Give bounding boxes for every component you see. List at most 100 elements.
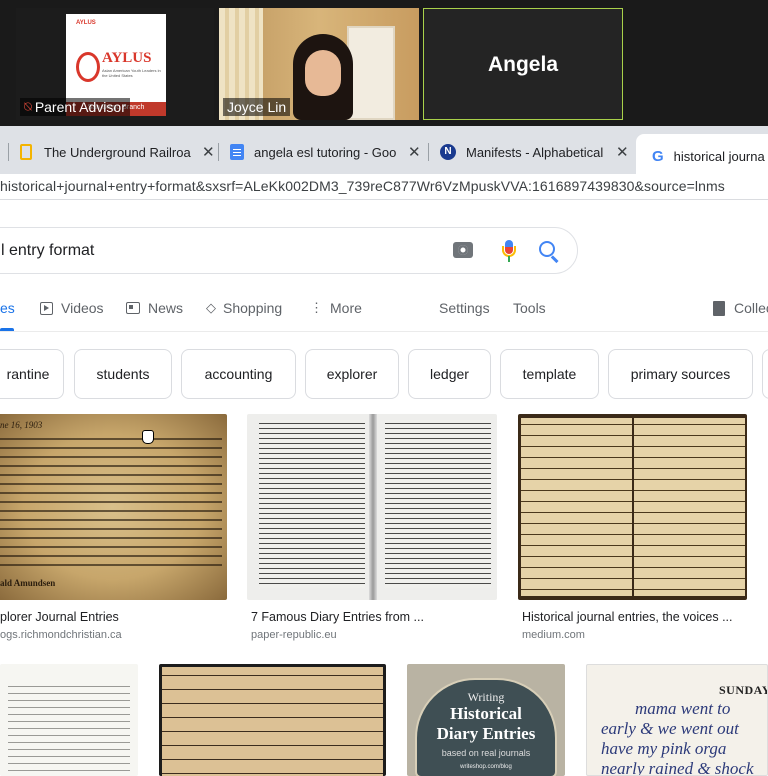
result-image-writing-diary-entries[interactable]: Writing Historical Diary Entries based o… [407, 664, 565, 776]
result-image-handwritten-letter[interactable] [159, 664, 386, 776]
diary-line: have my pink orga [601, 739, 727, 758]
video-participants-strip: AYLUS AYLUS Asian American Youth Leaders… [0, 0, 768, 126]
tab-separator [428, 143, 429, 161]
browser-tab-underground-railroad[interactable]: The Underground Railroa ✕ [20, 138, 216, 166]
chip-template[interactable]: template [500, 349, 599, 399]
tab-separator [218, 143, 219, 161]
chip-label: primary sources [630, 366, 731, 382]
chip-ledger[interactable]: ledger [408, 349, 491, 399]
browser-tab-active-google-search[interactable]: G historical journa [636, 134, 768, 174]
chip-next[interactable] [762, 349, 768, 399]
tab-images[interactable]: es [0, 300, 15, 316]
logo-mark-icon [76, 52, 100, 82]
n-icon: N [440, 144, 456, 160]
result-image-typed-journal[interactable] [0, 664, 138, 776]
collections-label: Collec [734, 300, 768, 316]
search-nav-tabs: es Videos News ◇ Shopping ⋮ More Setting… [0, 292, 768, 332]
chip-label: template [522, 366, 577, 382]
muted-mic-icon: ⍉ [24, 99, 32, 114]
participant-tile-parent-advisor[interactable]: AYLUS AYLUS Asian American Youth Leaders… [16, 8, 214, 120]
logo-text: AYLUS [102, 50, 152, 66]
browser-tab-strip: The Underground Railroa ✕ angela esl tut… [0, 126, 768, 174]
bookmark-icon [20, 144, 32, 160]
badge-title-line2: Diary Entries [436, 724, 536, 743]
search-input[interactable]: l entry format [1, 242, 94, 260]
participant-tile-angela[interactable]: Angela [423, 8, 623, 120]
result-image-explorer-journal[interactable]: ne 16, 1903 ald Amundsen [0, 414, 227, 600]
screen: AYLUS AYLUS Asian American Youth Leaders… [0, 0, 768, 776]
camera-icon[interactable] [453, 242, 473, 258]
book-page-right [385, 420, 491, 588]
result-title[interactable]: 7 Famous Diary Entries from ... [251, 610, 424, 624]
chip-accounting[interactable]: accounting [181, 349, 296, 399]
result-title[interactable]: Historical journal entries, the voices .… [522, 610, 733, 624]
tab-videos[interactable]: Videos [40, 300, 104, 316]
logo-small-text: AYLUS [76, 20, 96, 26]
tab-label: Manifests - Alphabetical [466, 144, 604, 160]
badge-title-line1: Historical [450, 704, 522, 723]
chip-label: accounting [204, 366, 273, 382]
search-box[interactable]: l entry format [0, 227, 578, 274]
chip-label: students [96, 366, 150, 382]
result-image-sunday-diary[interactable]: SUNDAY mama went to early & we went out … [586, 664, 768, 776]
result-image-historical-journal[interactable] [518, 414, 747, 600]
participant-name: Parent Advisor [34, 99, 126, 115]
collections-icon [713, 300, 725, 316]
result-source[interactable]: medium.com [522, 629, 585, 641]
result-image-diary-entries[interactable] [247, 414, 497, 600]
settings-label: Settings [439, 300, 490, 316]
tools-link[interactable]: Tools [513, 300, 546, 316]
google-icon: G [652, 147, 664, 165]
close-tab-icon[interactable]: ✕ [408, 143, 421, 161]
tab-label: angela esl tutoring - Goo [254, 144, 397, 160]
tab-separator [8, 143, 9, 161]
browser-tab-manifests[interactable]: N Manifests - Alphabetical ✕ [440, 138, 630, 166]
tab-videos-label: Videos [61, 300, 104, 316]
handwritten-page [162, 667, 383, 776]
settings-link[interactable]: Settings [439, 300, 490, 316]
active-tab-underline [0, 328, 14, 331]
tab-news-label: News [148, 300, 184, 316]
diary-header: SUNDAY [719, 683, 768, 697]
participant-name-label: Joyce Lin [223, 98, 291, 116]
chip-primary-sources[interactable]: primary sources [608, 349, 753, 399]
participant-name-label: ⍉ Parent Advisor [20, 98, 130, 116]
participant-tile-joyce-lin[interactable]: Joyce Lin [219, 8, 419, 120]
badge-url: writeshop.com/blog [460, 764, 512, 770]
chip-label: explorer [326, 366, 378, 382]
chip-students[interactable]: students [74, 349, 172, 399]
url-text[interactable]: historical+journal+entry+format&sxsrf=AL… [0, 178, 725, 194]
writing-badge: Writing Historical Diary Entries based o… [415, 678, 557, 776]
close-tab-icon[interactable]: ✕ [616, 143, 629, 161]
tools-label: Tools [513, 300, 546, 316]
result-source[interactable]: paper-republic.eu [251, 629, 337, 641]
chip-explorer[interactable]: explorer [305, 349, 399, 399]
book-page-left [259, 420, 365, 588]
diary-line: nearly rained & shock [601, 759, 754, 776]
more-vert-icon: ⋮ [310, 300, 323, 315]
chip-label: ledger [430, 366, 469, 382]
browser-tab-esl-tutoring[interactable]: angela esl tutoring - Goo ✕ [230, 138, 424, 166]
address-bar[interactable]: historical+journal+entry+format&sxsrf=AL… [0, 174, 768, 200]
mic-icon[interactable] [501, 240, 517, 262]
search-icon[interactable] [539, 241, 555, 257]
result-title[interactable]: plorer Journal Entries [0, 610, 119, 624]
tab-label: historical journa [673, 148, 765, 164]
image-text-signature: ald Amundsen [0, 578, 56, 588]
image-handwriting [0, 434, 222, 570]
tab-more[interactable]: ⋮ More [310, 300, 362, 316]
typed-lines [8, 682, 130, 776]
tab-news[interactable]: News [126, 300, 183, 316]
chip-label: rantine [6, 366, 50, 382]
result-source[interactable]: ogs.richmondchristian.ca [0, 629, 122, 641]
diary-line: mama went to [635, 699, 731, 718]
video-icon [40, 301, 53, 315]
book-gutter [369, 414, 377, 600]
tab-shopping[interactable]: ◇ Shopping [206, 300, 282, 316]
badge-small-text: Writing [467, 690, 505, 704]
close-tab-icon[interactable]: ✕ [202, 143, 215, 161]
chip-quarantine[interactable]: rantine [0, 349, 64, 399]
logo-subtitle: Asian American Youth Leaders in the Unit… [102, 68, 161, 78]
collections-link[interactable]: Collec [713, 300, 768, 316]
tag-icon: ◇ [206, 300, 216, 315]
